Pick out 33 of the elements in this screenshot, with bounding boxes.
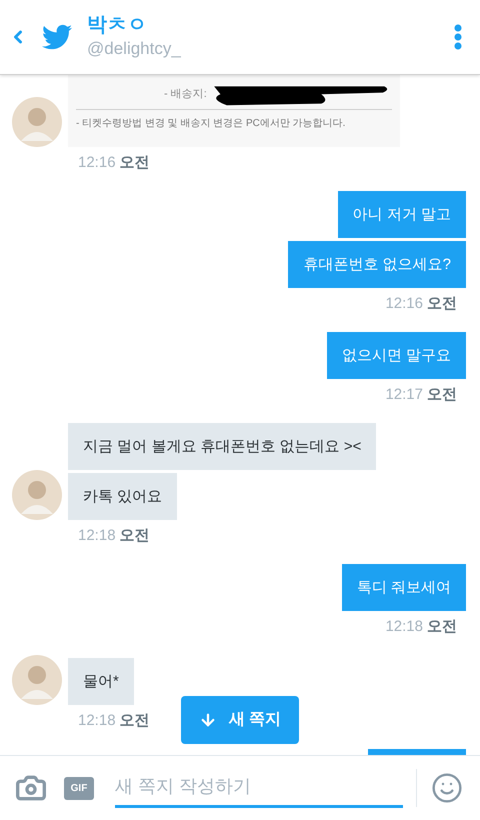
arrow-down-icon [198, 711, 217, 729]
bird-logo-icon [40, 22, 74, 52]
timestamp: 12:18 [78, 711, 116, 731]
time-period: 오전 [427, 617, 457, 637]
time-period: 오전 [120, 711, 150, 731]
message-bubble: 물어* [68, 658, 134, 705]
timestamp: 12:18 [385, 617, 423, 637]
gif-button[interactable]: GIF [64, 776, 94, 800]
avatar [12, 97, 62, 147]
message-bubble: 톡디 줘보세여 [342, 564, 466, 611]
time-period: 오전 [427, 294, 457, 314]
new-message-button[interactable]: 새 쪽지 [181, 696, 299, 744]
time-period: 오전 [120, 526, 150, 546]
message-bubble: 휴대폰번호 없으세요? [288, 241, 466, 288]
timestamp: 12:16 [78, 153, 116, 173]
avatar [12, 470, 62, 520]
user-handle: @delightcy_ [87, 38, 181, 60]
address-label: - 배송지: [164, 87, 207, 102]
time-period: 오전 [427, 385, 457, 405]
timestamp: 12:17 [385, 385, 423, 405]
document-note: - 티켓수령방법 변경 및 배송지 변경은 PC에서만 가능합니다. [76, 117, 346, 131]
message-bubble: 없으시면 말구요 [326, 332, 466, 379]
avatar [12, 655, 62, 705]
message-bubble: 카톡 있어요 [68, 473, 178, 520]
message-input[interactable]: 새 쪽지 작성하기 [115, 768, 403, 808]
timestamp: 12:16 [385, 294, 423, 314]
message-bubble: 지금 멀어 볼게요 휴대폰번호 없는데요 >< [68, 423, 376, 470]
conversation-title: 박ㅊㅇ [87, 13, 148, 37]
timestamp: 12:18 [78, 526, 116, 546]
emoji-icon[interactable] [431, 772, 463, 804]
message-bubble: 아니 저거 말고 [338, 191, 466, 238]
more-options-icon [454, 24, 462, 50]
time-period: 오전 [120, 153, 150, 173]
